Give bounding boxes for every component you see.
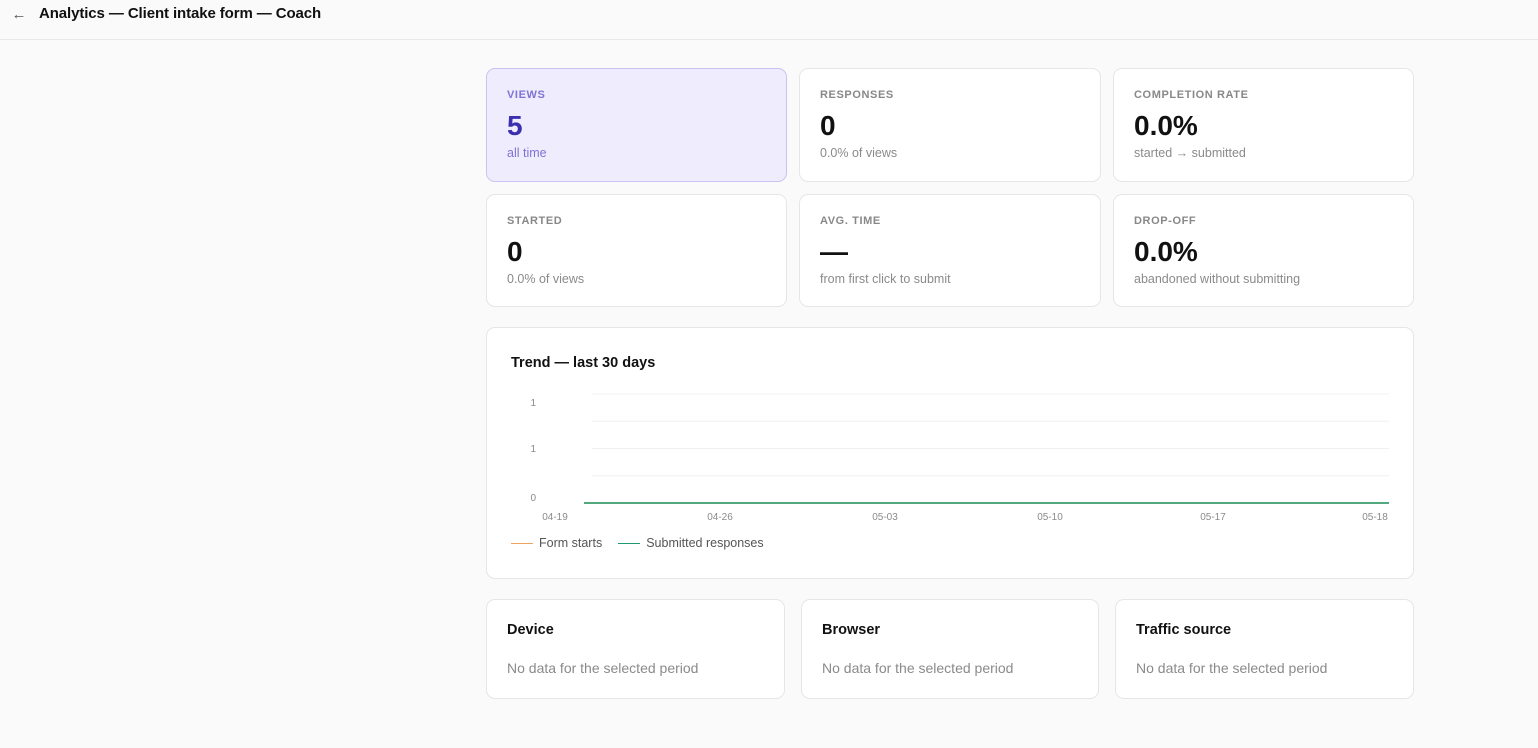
x-tick-label: 04-26 xyxy=(707,512,733,523)
x-tick-label: 05-18 xyxy=(1362,512,1388,523)
empty-state-text: No data for the selected period xyxy=(822,660,1014,676)
page-title: Analytics — Client intake form — Coach xyxy=(39,5,322,22)
x-tick-label: 05-17 xyxy=(1200,512,1226,523)
chart-legend: Form starts Submitted responses xyxy=(511,536,764,550)
y-tick-label: 0 xyxy=(530,493,536,504)
device-card: Device No data for the selected period xyxy=(486,599,785,699)
traffic-source-title: Traffic source xyxy=(1136,622,1232,638)
x-tick-label: 05-03 xyxy=(872,512,898,523)
x-tick-label: 04-19 xyxy=(542,512,568,523)
empty-state-text: No data for the selected period xyxy=(1136,660,1328,676)
device-title: Device xyxy=(507,622,554,638)
stat-label: VIEWS xyxy=(507,89,546,101)
legend-swatch-submitted-responses xyxy=(618,542,641,544)
stat-value: 0.0% xyxy=(1134,110,1198,141)
traffic-source-card: Traffic source No data for the selected … xyxy=(1115,599,1414,699)
stat-card-responses[interactable]: RESPONSES 0 0.0% of views xyxy=(799,68,1101,182)
legend-swatch-form-starts xyxy=(511,542,533,544)
y-tick-label: 1 xyxy=(530,398,536,409)
legend-item-submitted-responses[interactable]: Submitted responses xyxy=(618,536,764,550)
stat-sub: 0.0% of views xyxy=(820,146,898,160)
legend-label: Submitted responses xyxy=(646,536,764,550)
stat-sub: abandoned without submitting xyxy=(1134,272,1301,286)
stat-value: 0 xyxy=(507,236,523,267)
stat-card-started[interactable]: STARTED 0 0.0% of views xyxy=(486,194,787,307)
legend-item-form-starts[interactable]: Form starts xyxy=(511,536,602,550)
y-tick-label: 1 xyxy=(530,444,536,455)
browser-card: Browser No data for the selected period xyxy=(801,599,1099,699)
top-bar: ← Analytics — Client intake form — Coach xyxy=(0,0,1538,40)
stat-card-completion-rate[interactable]: COMPLETION RATE 0.0% started → submitted xyxy=(1113,68,1414,182)
stat-value: 0.0% xyxy=(1134,236,1198,267)
stat-sub: 0.0% of views xyxy=(507,272,585,286)
stat-label: RESPONSES xyxy=(820,89,894,101)
empty-state-text: No data for the selected period xyxy=(507,660,699,676)
stat-value: 0 xyxy=(820,110,836,141)
back-arrow-icon[interactable]: ← xyxy=(9,4,29,26)
browser-title: Browser xyxy=(822,622,881,638)
stat-sub: from first click to submit xyxy=(820,272,951,286)
stat-sub: all time xyxy=(507,146,547,160)
stat-label: COMPLETION RATE xyxy=(1134,89,1249,101)
stat-value: 5 xyxy=(507,110,523,141)
stat-label: STARTED xyxy=(507,215,563,227)
stat-label: AVG. TIME xyxy=(820,215,881,227)
trend-card: Trend — last 30 days 1 1 0 04-19 04-26 05-03 0… xyxy=(486,327,1414,579)
x-tick-label: 05-10 xyxy=(1037,512,1063,523)
legend-label: Form starts xyxy=(539,536,603,550)
stat-label: DROP-OFF xyxy=(1134,215,1197,227)
stat-sub: started → submitted xyxy=(1134,146,1246,160)
stat-card-views[interactable]: VIEWS 5 all time xyxy=(486,68,787,182)
stat-value: — xyxy=(820,236,848,267)
stat-card-avg-time[interactable]: AVG. TIME — from first click to submit xyxy=(799,194,1101,307)
stat-card-drop-off[interactable]: DROP-OFF 0.0% abandoned without submitti… xyxy=(1113,194,1414,307)
